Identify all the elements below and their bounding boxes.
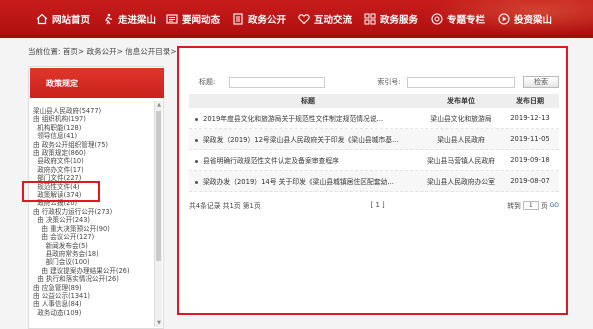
row-unit: 梁山县人民政府办公室 — [427, 178, 495, 186]
scrollbar-thumb[interactable] — [156, 111, 161, 261]
sidebar-tree-item[interactable]: 由 会议公开(127) — [33, 233, 151, 241]
bullet-icon — [195, 117, 198, 121]
document-table: 标题 发布单位 发布日期 2019年度县文化和旅游局关于规范性文件制定规范情况说… — [189, 94, 559, 192]
go-button[interactable]: GO — [550, 202, 559, 209]
table-header: 标题 发布单位 发布日期 — [189, 94, 559, 108]
sidebar-tree-item[interactable]: 由 建议提案办理结果公开(26) — [33, 267, 151, 275]
sidebar-tree-item[interactable]: 领导信息(41) — [33, 132, 151, 140]
sidebar-tree-item[interactable]: 梁山县人民政府(5477) — [33, 107, 151, 115]
search-bar: 标题: 索引号: 检索 — [189, 74, 559, 90]
sidebar-tree: 梁山县人民政府(5477) 由 组织机构(197) 机构职能(128) 领导信息(… — [33, 107, 151, 317]
sidebar-tree-item[interactable]: 部门会议(100) — [33, 258, 151, 266]
service-icon — [364, 13, 376, 25]
nav-item-label: 要闻动态 — [182, 15, 221, 26]
scroll-up-icon[interactable]: ▲ — [156, 102, 162, 108]
nav-item-label: 投资梁山 — [514, 15, 553, 26]
table-row: 梁政发（2019）12号梁山县人民政府关于印发《梁山县城市基... 梁山县人民政… — [189, 129, 559, 150]
nav-item-gov-open[interactable]: 政务公开 — [232, 12, 286, 26]
row-unit: 梁山县人民政府 — [437, 136, 485, 144]
nav-item-interaction[interactable]: 互动交流 — [298, 12, 352, 26]
header-unit: 发布单位 — [447, 97, 475, 105]
heart-icon — [298, 13, 310, 25]
title-search-input[interactable] — [229, 76, 326, 88]
row-title-link[interactable]: 县省明确行政规范性文件认定及备案审查程序 — [189, 155, 421, 165]
table-body: 2019年度县文化和旅游局关于规范性文件制定规范情况说... 梁山县文化和旅游局… — [189, 108, 559, 192]
sidebar-tree-item[interactable]: 由 行政权力运行公开(273) — [33, 208, 151, 216]
nav-item-label: 政务公开 — [248, 15, 287, 26]
sidebar-title: 政策规定 — [30, 68, 164, 98]
sidebar-tree-item[interactable]: 由 政策规定(860) — [33, 149, 151, 157]
row-title-link[interactable]: 梁政办发（2019）14号 关于印发《梁山县城镇居住区配套幼... — [189, 176, 421, 186]
sidebar-tree-item[interactable]: 县政府常务会(18) — [33, 250, 151, 258]
nav-item-invest[interactable]: 投资梁山 — [498, 12, 552, 26]
nav-item-services[interactable]: 政务服务 — [364, 12, 418, 26]
search-button[interactable]: 检索 — [523, 76, 559, 88]
sidebar-tree-item[interactable]: 由 组织机构(197) — [33, 115, 151, 123]
table-row: 梁政办发（2019）14号 关于印发《梁山县城镇居住区配套幼... 梁山县人民政… — [189, 171, 559, 192]
row-date: 2019-09-18 — [510, 156, 550, 164]
sidebar-tree-item[interactable]: 新闻发布会(5) — [33, 242, 151, 250]
row-date: 2019-08-07 — [510, 177, 550, 185]
sidebar-tree-item[interactable]: 政务动态(109) — [33, 309, 151, 317]
bullet-icon — [195, 180, 198, 184]
goto-label: 转到 — [507, 202, 521, 210]
sidebar-tree-item[interactable]: 由 政务公开组织管理(75) — [33, 141, 151, 149]
sidebar-tree-item[interactable]: 政府办文件(17) — [33, 166, 151, 174]
row-date: 2019-11-05 — [510, 135, 550, 143]
nav-item-topics[interactable]: 专题专栏 — [431, 12, 485, 26]
row-date: 2019-12-13 — [510, 114, 550, 122]
goto-page-input[interactable]: 1 — [522, 200, 539, 210]
sidebar-tree-item[interactable]: 由 重大决策预公开(90) — [33, 225, 151, 233]
index-search-input[interactable] — [406, 76, 515, 88]
highlight-box-sidebar — [22, 181, 100, 202]
nav-item-about[interactable]: 走进梁山 — [102, 12, 156, 26]
bullet-icon — [195, 159, 198, 163]
news-icon — [166, 13, 178, 25]
nav-item-label: 走进梁山 — [118, 15, 157, 26]
row-title-text[interactable]: 县省明确行政规范性文件认定及备案审查程序 — [203, 157, 339, 165]
row-title-link[interactable]: 梁政发（2019）12号梁山县人民政府关于印发《梁山县城市基... — [189, 134, 421, 144]
document-icon — [232, 13, 244, 25]
nav-item-label: 网站首页 — [52, 15, 91, 26]
nav-item-label: 专题专栏 — [447, 15, 486, 26]
play-icon — [498, 13, 510, 25]
pagination: 共4条记录 共1页 第1页 [ 1 ] 转到 1 页 GO — [189, 199, 559, 211]
sidebar-tree-item[interactable]: 机构职能(128) — [33, 124, 151, 132]
index-search-label: 索引号: — [377, 78, 401, 86]
page-links[interactable]: [ 1 ] — [371, 201, 385, 209]
sidebar-tree-item[interactable]: 由 决策公开(243) — [33, 216, 151, 224]
row-unit: 梁山县文化和旅游局 — [430, 115, 492, 123]
bullet-icon — [195, 138, 198, 142]
target-icon — [431, 13, 443, 25]
title-search-label: 标题: — [199, 78, 216, 86]
header-title: 标题 — [301, 97, 315, 105]
sidebar-tree-item[interactable]: 由 执行和落实情况公开(26) — [33, 275, 151, 283]
header-date: 发布日期 — [516, 97, 544, 105]
row-title-text[interactable]: 2019年度县文化和旅游局关于规范性文件制定规范情况说... — [203, 115, 383, 123]
nav-item-news[interactable]: 要闻动态 — [166, 12, 220, 26]
table-row: 县省明确行政规范性文件认定及备案审查程序 梁山县马营镇人民政府 2019-09-… — [189, 150, 559, 171]
scroll-down-icon[interactable]: ▼ — [156, 320, 162, 326]
walk-icon — [102, 13, 114, 25]
table-row: 2019年度县文化和旅游局关于规范性文件制定规范情况说... 梁山县文化和旅游局… — [189, 108, 559, 129]
page-suffix: 页 — [540, 202, 548, 210]
home-icon — [36, 13, 48, 25]
pagination-summary: 共4条记录 共1页 第1页 — [189, 202, 261, 210]
sidebar-scrollbar[interactable]: ▲ ▼ — [154, 101, 162, 327]
sidebar-tree-item[interactable]: 由 应急管理(89) — [33, 284, 151, 292]
content-panel: 标题: 索引号: 检索 标题 发布单位 发布日期 2019年度县文化和旅游局关于… — [177, 46, 568, 315]
nav-item-home[interactable]: 网站首页 — [36, 12, 90, 26]
nav-item-label: 互动交流 — [314, 15, 353, 26]
row-title-text[interactable]: 梁政办发（2019）14号 关于印发《梁山县城镇居住区配套幼... — [203, 178, 394, 186]
row-unit: 梁山县马营镇人民政府 — [427, 157, 495, 165]
nav-item-label: 政务服务 — [380, 15, 419, 26]
sidebar-tree-item[interactable]: 由 公益公示(1341) — [33, 292, 151, 300]
sidebar-tree-item[interactable]: 县政府文件(10) — [33, 157, 151, 165]
row-title-text[interactable]: 梁政发（2019）12号梁山县人民政府关于印发《梁山县城市基... — [203, 136, 399, 144]
top-navigation-bar: 网站首页 走进梁山 要闻动态 政务公开 互动交流 政务服务 专题专栏 投资梁山 — [0, 0, 593, 38]
sidebar-tree-item[interactable]: 由 人事信息(84) — [33, 300, 151, 308]
row-title-link[interactable]: 2019年度县文化和旅游局关于规范性文件制定规范情况说... — [189, 113, 421, 123]
